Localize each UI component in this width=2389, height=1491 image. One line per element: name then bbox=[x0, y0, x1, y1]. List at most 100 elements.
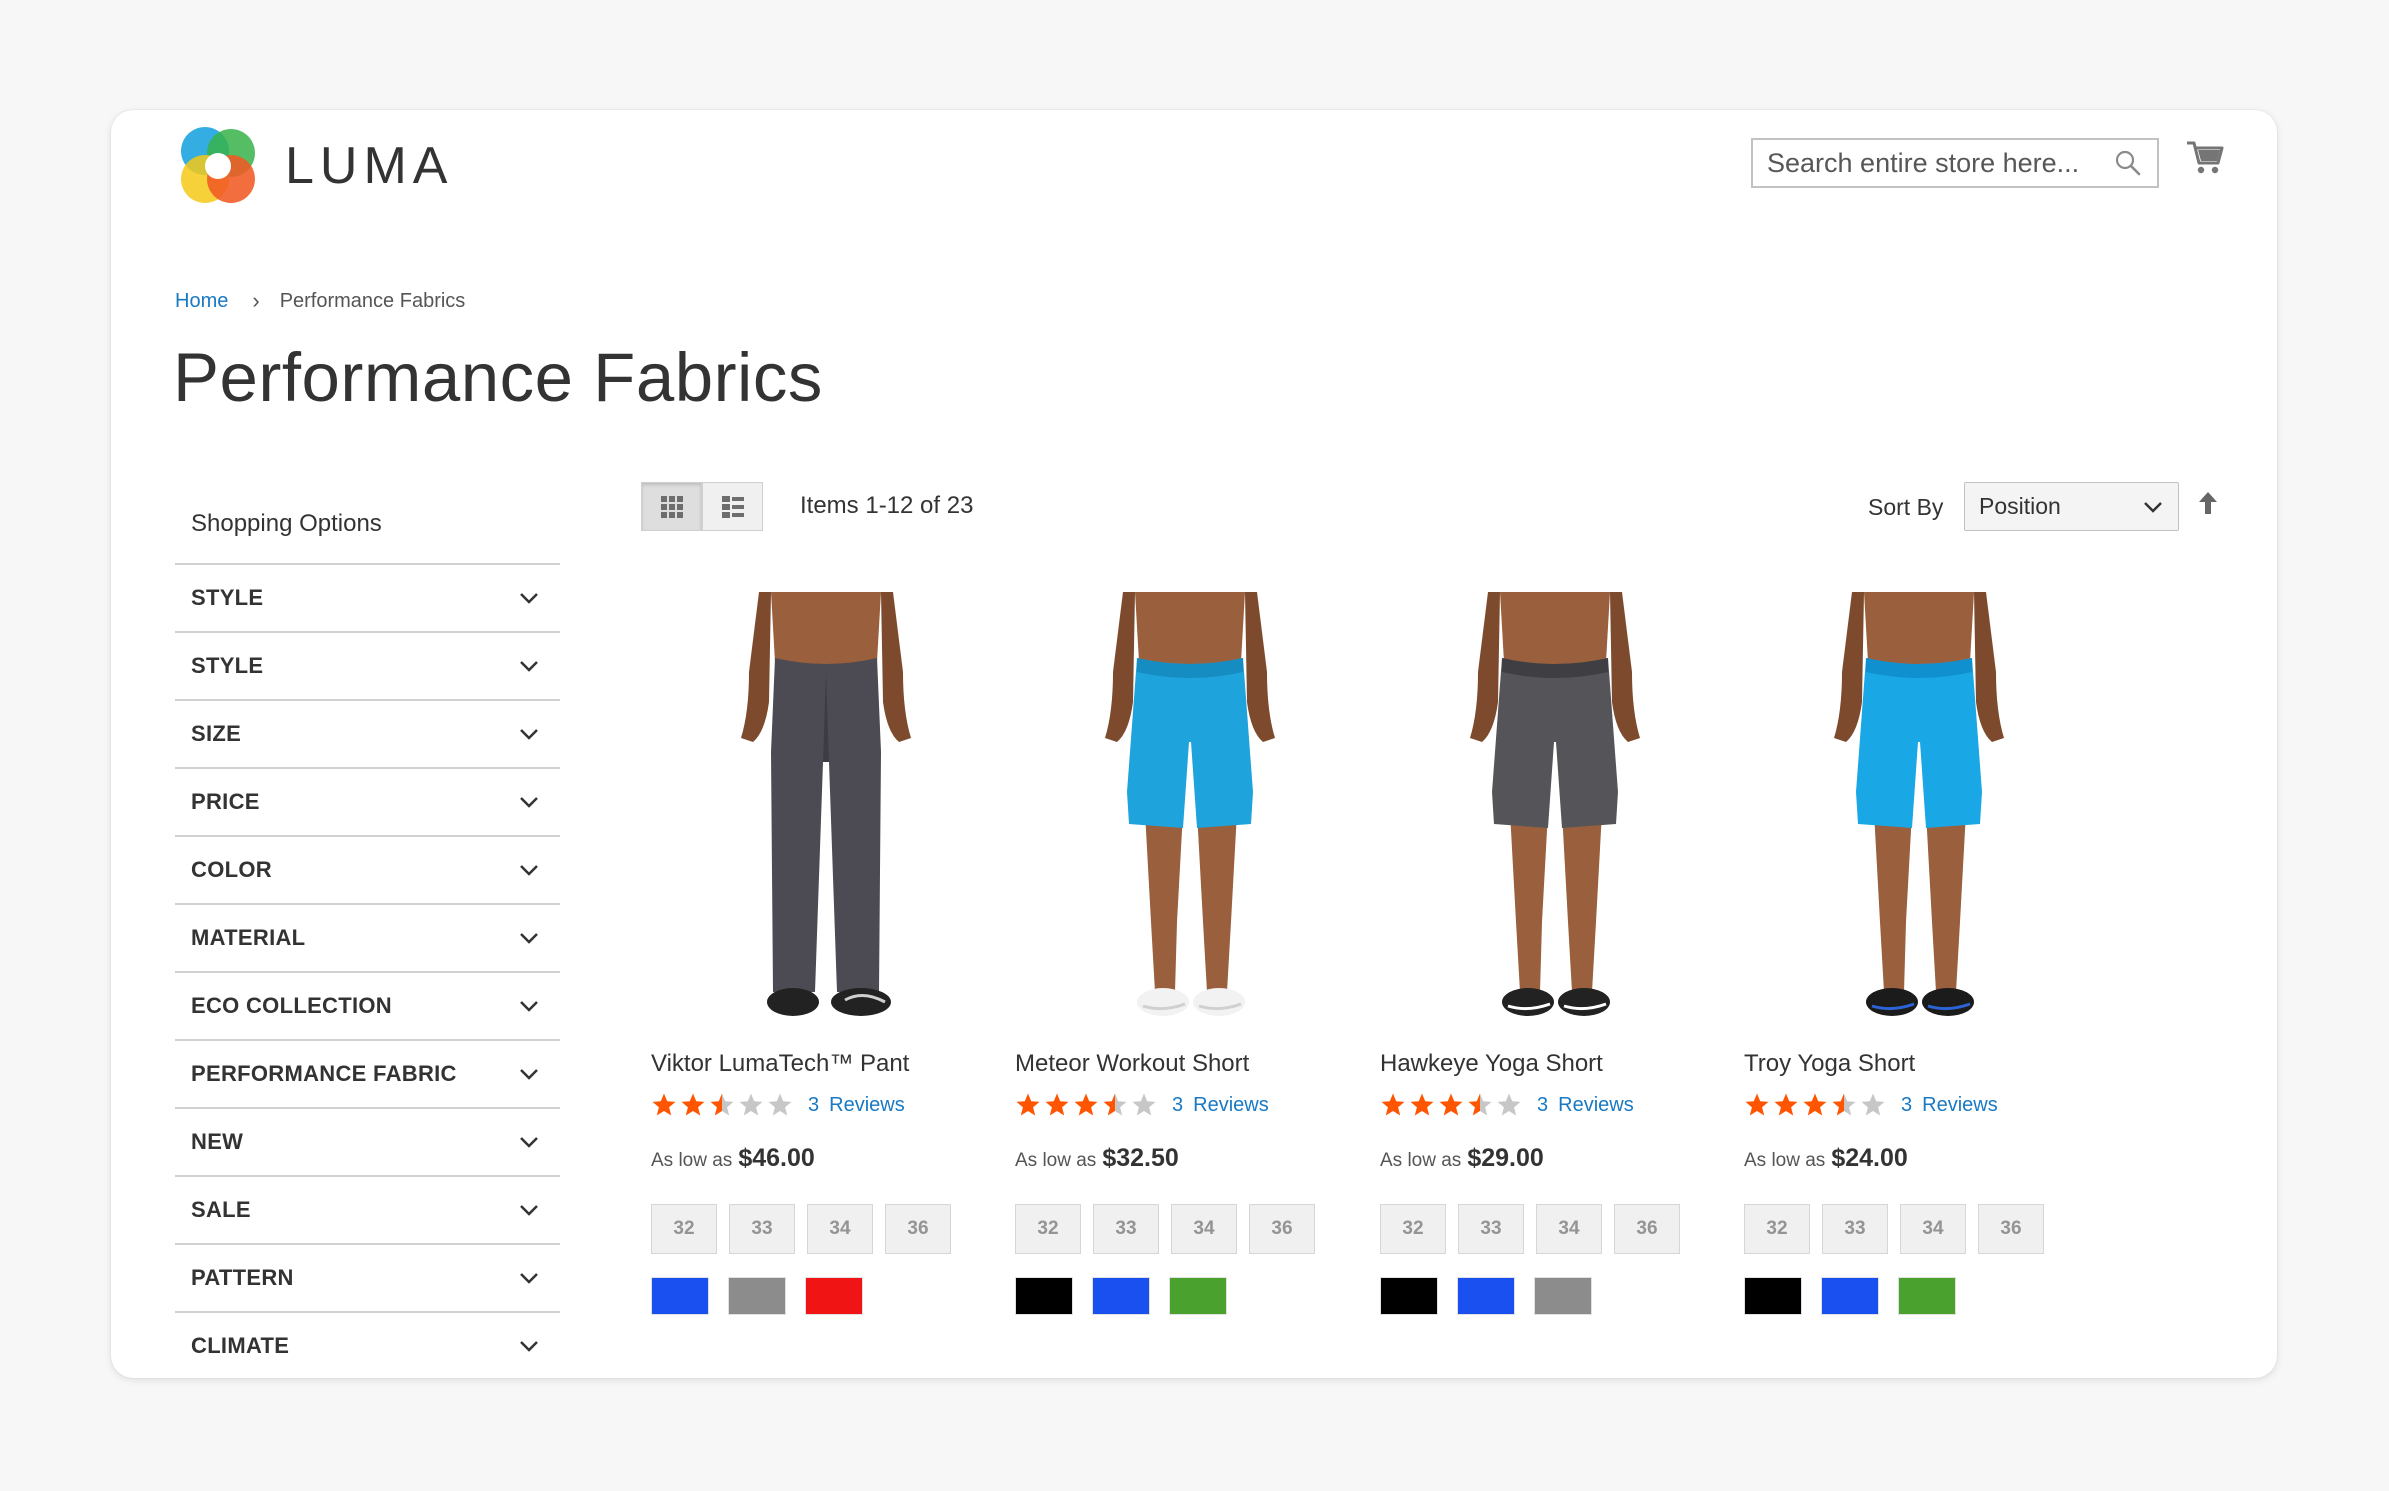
search-icon[interactable] bbox=[2113, 148, 2143, 178]
color-swatch[interactable] bbox=[1457, 1277, 1515, 1315]
size-options: 32 33 34 36 bbox=[651, 1204, 963, 1254]
product-price: As low as $29.00 bbox=[1380, 1144, 1544, 1173]
product-name[interactable]: Hawkeye Yoga Short bbox=[1380, 1050, 1603, 1078]
product-image[interactable] bbox=[1370, 592, 1740, 1032]
reviews-count: 3 bbox=[1901, 1093, 1913, 1116]
price-value: $29.00 bbox=[1467, 1144, 1544, 1172]
color-swatch[interactable] bbox=[1534, 1277, 1592, 1315]
filter-climate[interactable]: CLIMATE bbox=[175, 1313, 560, 1378]
size-option[interactable]: 36 bbox=[1614, 1204, 1680, 1254]
filter-style[interactable]: STYLE bbox=[175, 565, 560, 633]
reviews-link[interactable]: 3 Reviews bbox=[808, 1094, 905, 1117]
product-rating: 3 Reviews bbox=[651, 1092, 905, 1118]
size-option[interactable]: 36 bbox=[1978, 1204, 2044, 1254]
logo-text: LUMA bbox=[285, 137, 454, 195]
chevron-down-icon bbox=[520, 1001, 538, 1012]
reviews-link[interactable]: 3 Reviews bbox=[1537, 1094, 1634, 1117]
reviews-link[interactable]: 3 Reviews bbox=[1172, 1094, 1269, 1117]
size-option[interactable]: 34 bbox=[807, 1204, 873, 1254]
color-swatch[interactable] bbox=[805, 1277, 863, 1315]
chevron-down-icon bbox=[520, 797, 538, 808]
grid-view-button[interactable] bbox=[641, 482, 702, 531]
size-option[interactable]: 32 bbox=[1015, 1204, 1081, 1254]
color-swatch[interactable] bbox=[1744, 1277, 1802, 1315]
browser-page: LUMA Search entire store here... Home › … bbox=[111, 110, 2277, 1378]
star-icon bbox=[1803, 1093, 1827, 1116]
color-swatch[interactable] bbox=[728, 1277, 786, 1315]
size-option[interactable]: 34 bbox=[1536, 1204, 1602, 1254]
arrow-up-icon[interactable] bbox=[2197, 490, 2219, 516]
color-swatch[interactable] bbox=[1169, 1277, 1227, 1315]
rating-stars bbox=[651, 1092, 796, 1118]
color-swatch[interactable] bbox=[1821, 1277, 1879, 1315]
filter-eco-collection[interactable]: ECO COLLECTION bbox=[175, 973, 560, 1041]
filter-pattern[interactable]: PATTERN bbox=[175, 1245, 560, 1313]
filter-label: STYLE bbox=[191, 585, 264, 610]
filter-label: CLIMATE bbox=[191, 1333, 290, 1358]
chevron-down-icon bbox=[520, 729, 538, 740]
product-image[interactable] bbox=[641, 592, 1011, 1032]
star-icon bbox=[1468, 1093, 1492, 1116]
color-swatch[interactable] bbox=[1092, 1277, 1150, 1315]
filter-performance-fabric[interactable]: PERFORMANCE FABRIC bbox=[175, 1041, 560, 1109]
size-options: 32 33 34 36 bbox=[1380, 1204, 1692, 1254]
filter-label: MATERIAL bbox=[191, 925, 306, 950]
reviews-label: Reviews bbox=[1558, 1093, 1634, 1116]
reviews-link[interactable]: 3 Reviews bbox=[1901, 1094, 1998, 1117]
product-name[interactable]: Troy Yoga Short bbox=[1744, 1050, 1915, 1078]
product-rating: 3 Reviews bbox=[1380, 1092, 1634, 1118]
filter-material[interactable]: MATERIAL bbox=[175, 905, 560, 973]
size-option[interactable]: 36 bbox=[885, 1204, 951, 1254]
cart-icon[interactable] bbox=[2185, 138, 2225, 176]
chevron-down-icon bbox=[520, 1069, 538, 1080]
product-price: As low as $46.00 bbox=[651, 1144, 815, 1173]
product-name[interactable]: Viktor LumaTech™ Pant bbox=[651, 1050, 909, 1078]
price-label: As low as bbox=[1744, 1150, 1826, 1171]
filter-label: PERFORMANCE FABRIC bbox=[191, 1061, 457, 1086]
size-option[interactable]: 33 bbox=[729, 1204, 795, 1254]
filter-price[interactable]: PRICE bbox=[175, 769, 560, 837]
filter-size[interactable]: SIZE bbox=[175, 701, 560, 769]
color-swatch[interactable] bbox=[651, 1277, 709, 1315]
product-card: Hawkeye Yoga Short 3 Reviews As low as $29.0… bbox=[1370, 592, 1740, 1315]
filter-label: PRICE bbox=[191, 789, 260, 814]
list-icon bbox=[721, 495, 744, 518]
size-option[interactable]: 32 bbox=[1380, 1204, 1446, 1254]
search-input[interactable]: Search entire store here... bbox=[1751, 138, 2159, 188]
filter-new[interactable]: NEW bbox=[175, 1109, 560, 1177]
product-image[interactable] bbox=[1005, 592, 1375, 1032]
filter-sale[interactable]: SALE bbox=[175, 1177, 560, 1245]
rating-stars bbox=[1015, 1092, 1160, 1118]
logo[interactable]: LUMA bbox=[175, 123, 453, 209]
view-mode-switcher bbox=[641, 482, 763, 531]
rating-stars bbox=[1744, 1092, 1889, 1118]
color-swatch[interactable] bbox=[1015, 1277, 1073, 1315]
size-option[interactable]: 32 bbox=[1744, 1204, 1810, 1254]
filter-label: COLOR bbox=[191, 857, 272, 882]
product-rating: 3 Reviews bbox=[1015, 1092, 1269, 1118]
sort-select[interactable]: Position bbox=[1964, 482, 2179, 531]
chevron-down-icon bbox=[520, 1137, 538, 1148]
color-swatch[interactable] bbox=[1898, 1277, 1956, 1315]
star-icon bbox=[768, 1093, 792, 1116]
size-option[interactable]: 34 bbox=[1900, 1204, 1966, 1254]
size-options: 32 33 34 36 bbox=[1744, 1204, 2056, 1254]
product-name[interactable]: Meteor Workout Short bbox=[1015, 1050, 1249, 1078]
product-rating: 3 Reviews bbox=[1744, 1092, 1998, 1118]
size-option[interactable]: 32 bbox=[651, 1204, 717, 1254]
search-placeholder[interactable]: Search entire store here... bbox=[1753, 148, 2113, 179]
size-option[interactable]: 33 bbox=[1822, 1204, 1888, 1254]
filter-color[interactable]: COLOR bbox=[175, 837, 560, 905]
size-option[interactable]: 33 bbox=[1093, 1204, 1159, 1254]
list-view-button[interactable] bbox=[702, 482, 763, 531]
chevron-down-icon bbox=[520, 661, 538, 672]
color-swatch[interactable] bbox=[1380, 1277, 1438, 1315]
product-image[interactable] bbox=[1734, 592, 2104, 1032]
size-option[interactable]: 34 bbox=[1171, 1204, 1237, 1254]
size-option[interactable]: 36 bbox=[1249, 1204, 1315, 1254]
breadcrumb-home-link[interactable]: Home bbox=[175, 290, 228, 313]
size-option[interactable]: 33 bbox=[1458, 1204, 1524, 1254]
price-label: As low as bbox=[1380, 1150, 1462, 1171]
color-options bbox=[1015, 1277, 1246, 1315]
filter-style[interactable]: STYLE bbox=[175, 633, 560, 701]
